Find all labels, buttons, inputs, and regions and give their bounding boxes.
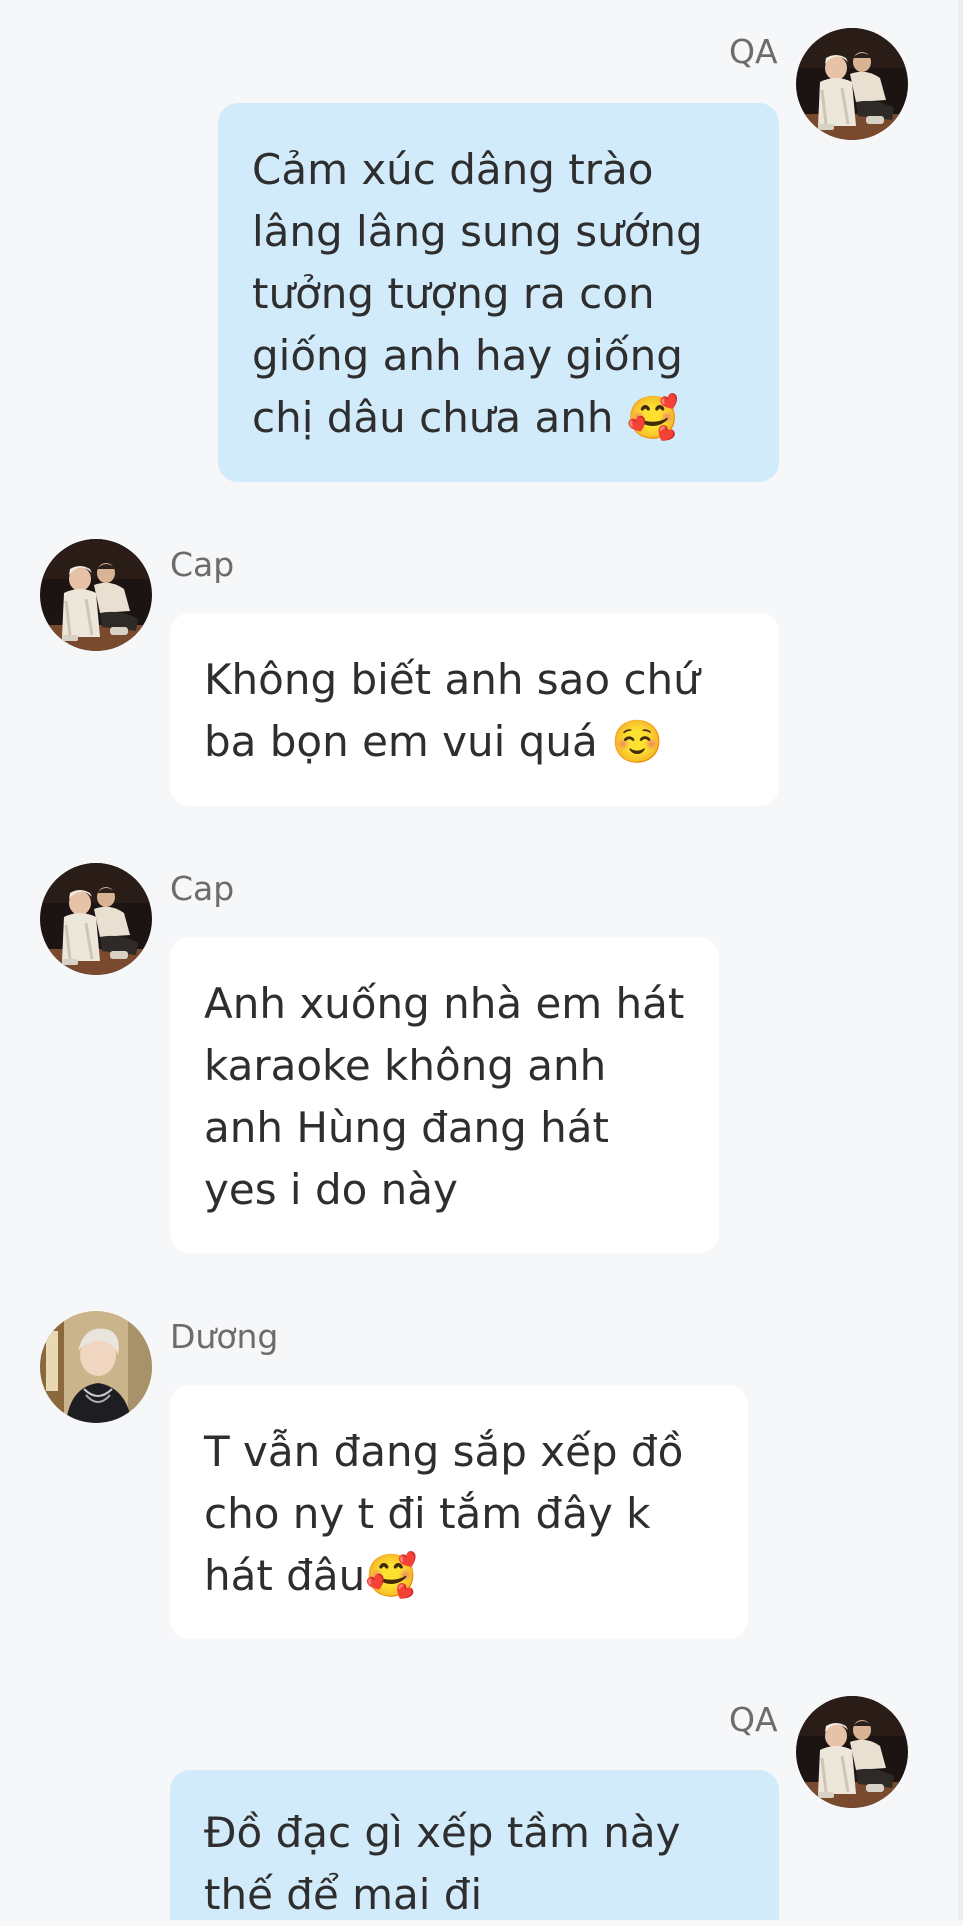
sender-name: Cap: [170, 545, 235, 584]
message-text: Anh xuống nhà em hát karaoke không anh a…: [204, 979, 685, 1214]
couple-photo-avatar[interactable]: [796, 28, 908, 140]
sender-name: QA: [729, 32, 778, 71]
message-bubble[interactable]: Không biết anh sao chứ ba bọn em vui quá…: [170, 613, 779, 806]
message-bubble[interactable]: Anh xuống nhà em hát karaoke không anh a…: [170, 937, 719, 1253]
message-bubble[interactable]: T vẫn đang sắp xếp đồ cho ny t đi tắm đâ…: [170, 1385, 748, 1639]
portrait-photo-avatar[interactable]: [40, 1311, 152, 1423]
message-bubble[interactable]: Cảm xúc dâng trào lâng lâng sung sướng t…: [218, 103, 779, 482]
sender-name: Cap: [170, 869, 235, 908]
message-text: Đồ đạc gì xếp tầm này thế để mai đi: [204, 1808, 681, 1919]
message-text: Cảm xúc dâng trào lâng lâng sung sướng t…: [252, 145, 703, 442]
message-text: Không biết anh sao chứ ba bọn em vui quá…: [204, 655, 700, 766]
message-bubble[interactable]: Đồ đạc gì xếp tầm này thế để mai đi: [170, 1770, 779, 1920]
couple-photo-avatar[interactable]: [796, 1696, 908, 1808]
sender-name: QA: [729, 1700, 778, 1739]
couple-photo-avatar[interactable]: [40, 539, 152, 651]
couple-photo-avatar[interactable]: [40, 863, 152, 975]
chat-message-list[interactable]: QA Cảm xúc dâng trào lâng lâng sung sướn…: [0, 0, 963, 1920]
sender-name: Dương: [170, 1317, 279, 1356]
message-text: T vẫn đang sắp xếp đồ cho ny t đi tắm đâ…: [204, 1427, 684, 1600]
